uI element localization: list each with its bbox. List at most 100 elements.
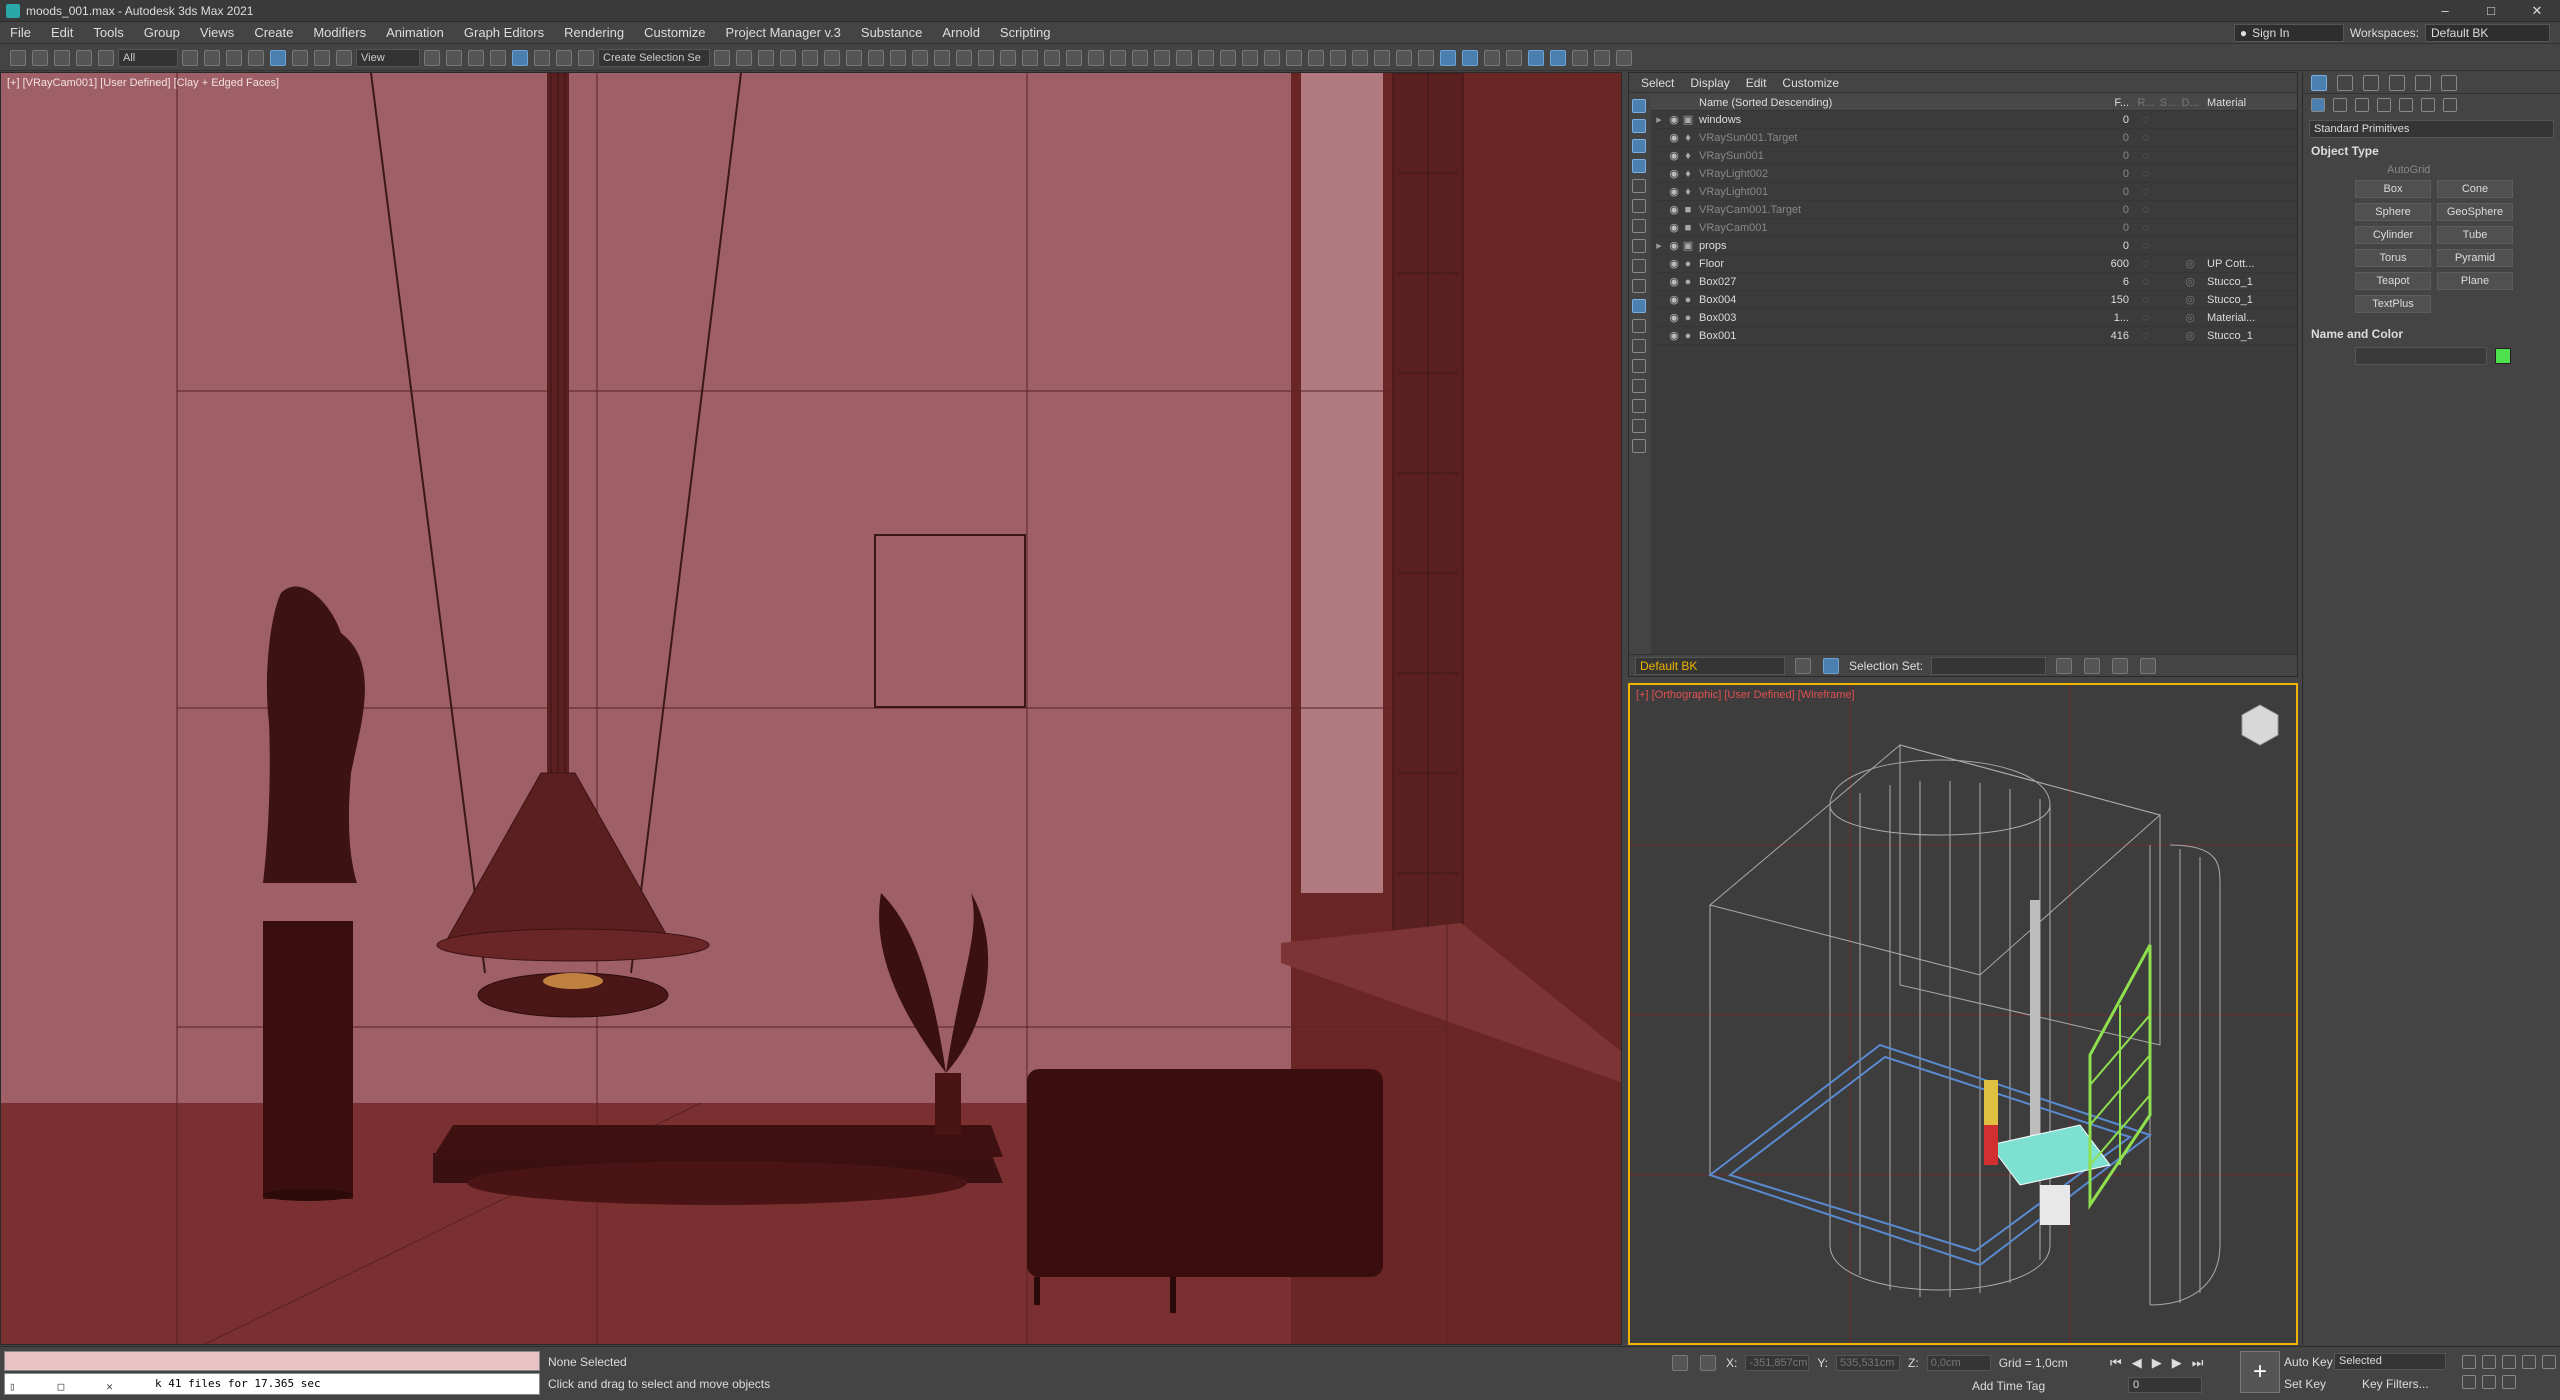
- table-row[interactable]: ▸ ◉ ▣ windows 0 ◌: [1651, 111, 2297, 129]
- column-see-through[interactable]: S...: [2157, 97, 2179, 109]
- align-icon[interactable]: [736, 49, 752, 66]
- toggle-layer-explorer-icon[interactable]: [780, 49, 796, 66]
- column-faces[interactable]: F...: [2095, 97, 2135, 109]
- renderable-icon[interactable]: ◌: [2135, 150, 2157, 162]
- display-helpers-icon[interactable]: [1632, 179, 1646, 193]
- geosphere-button[interactable]: GeoSphere: [2437, 203, 2513, 221]
- renderable-icon[interactable]: ◌: [2135, 204, 2157, 216]
- menu-file[interactable]: File: [0, 22, 41, 44]
- visibility-eye-icon[interactable]: ◉: [1667, 239, 1681, 252]
- vray-dome-icon[interactable]: [1066, 49, 1082, 66]
- explorer-tab-display[interactable]: Display: [1684, 76, 1735, 90]
- mirror-icon[interactable]: [714, 49, 730, 66]
- table-row[interactable]: ◉ ♦ VRayLight002 0 ◌: [1651, 165, 2297, 183]
- object-name-input[interactable]: [2355, 347, 2487, 365]
- vray-light-icon[interactable]: [1022, 49, 1038, 66]
- menu-scripting[interactable]: Scripting: [990, 22, 1061, 44]
- tool-icon-g[interactable]: [1440, 49, 1456, 66]
- reference-coordinate-dropdown[interactable]: View: [356, 48, 420, 67]
- name-and-color-rollout[interactable]: Name and Color: [2307, 327, 2556, 341]
- menu-modifiers[interactable]: Modifiers: [303, 22, 376, 44]
- y-coordinate-field[interactable]: 535,531cm: [1836, 1355, 1901, 1371]
- selection-set-dropdown[interactable]: [1931, 656, 2047, 675]
- table-row[interactable]: ◉ ■ VRayCam001.Target 0 ◌: [1651, 201, 2297, 219]
- orthographic-viewport[interactable]: [+] [Orthographic] [User Defined] [Wiref…: [1628, 683, 2298, 1345]
- autogrid-checkbox[interactable]: AutoGrid: [2387, 164, 2560, 176]
- funnel-filter-icon[interactable]: [2140, 657, 2157, 674]
- menu-create[interactable]: Create: [244, 22, 303, 44]
- current-frame-field[interactable]: 0: [2128, 1377, 2202, 1393]
- utilities-tab-icon[interactable]: [2441, 74, 2457, 91]
- renderable-icon[interactable]: ◌: [2135, 240, 2157, 252]
- sign-in-button[interactable]: ● Sign In: [2233, 23, 2344, 42]
- camera-viewport[interactable]: [+] [VRayCam001] [User Defined] [Clay + …: [0, 72, 1622, 1345]
- script-window-icon[interactable]: □: [58, 1377, 65, 1397]
- undo-icon[interactable]: [10, 49, 26, 66]
- field-of-view-icon[interactable]: [2542, 1355, 2556, 1369]
- vray-proxy-icon[interactable]: [1110, 49, 1126, 66]
- display-frozen-icon[interactable]: [1632, 299, 1646, 313]
- object-color-swatch[interactable]: [2495, 348, 2511, 364]
- renderable-icon[interactable]: ◌: [2135, 114, 2157, 126]
- vray-fur-icon[interactable]: [1176, 49, 1192, 66]
- display-groups-icon[interactable]: [1632, 219, 1646, 233]
- table-row[interactable]: ◉ ● Box003 1... ◌ ◎ Material...: [1651, 309, 2297, 327]
- display-all-icon[interactable]: [1632, 339, 1646, 353]
- previous-frame-icon[interactable]: ◀: [2132, 1355, 2142, 1371]
- rendered-frame-window-icon[interactable]: [912, 49, 928, 66]
- visibility-eye-icon[interactable]: ◉: [1667, 185, 1681, 198]
- angle-snap-icon[interactable]: [512, 49, 528, 66]
- tool-icon-m[interactable]: [1572, 49, 1588, 66]
- tool-icon-d[interactable]: [1374, 49, 1390, 66]
- arnold-render-icon[interactable]: [1220, 49, 1236, 66]
- renderable-icon[interactable]: ◌: [2135, 222, 2157, 234]
- display-shapes-icon[interactable]: [1632, 119, 1646, 133]
- visibility-eye-icon[interactable]: ◉: [1667, 131, 1681, 144]
- z-coordinate-field[interactable]: 0,0cm: [1926, 1355, 1991, 1371]
- layer-options-icon[interactable]: [1795, 657, 1811, 674]
- select-by-name-icon[interactable]: [204, 49, 220, 66]
- primitive-category-dropdown[interactable]: Standard Primitives: [2309, 120, 2554, 138]
- tool-icon-j[interactable]: [1506, 49, 1522, 66]
- tool-icon-o[interactable]: [1616, 49, 1632, 66]
- zoom-extents-all-icon[interactable]: [2522, 1355, 2536, 1369]
- cone-button[interactable]: Cone: [2437, 180, 2513, 198]
- selection-filter-dropdown[interactable]: All: [118, 48, 178, 67]
- percent-snap-icon[interactable]: [534, 49, 550, 66]
- sphere-button[interactable]: Sphere: [2355, 203, 2431, 221]
- create-set-icon[interactable]: [2056, 657, 2073, 674]
- space-warps-category-icon[interactable]: [2421, 98, 2435, 112]
- hierarchy-tab-icon[interactable]: [2363, 74, 2379, 91]
- renderable-icon[interactable]: ◌: [2135, 330, 2157, 342]
- link-icon[interactable]: [54, 49, 70, 66]
- table-row[interactable]: ◉ ● Box004 150 ◌ ◎ Stucco_1: [1651, 291, 2297, 309]
- pyramid-button[interactable]: Pyramid: [2437, 249, 2513, 267]
- teapot-button[interactable]: Teapot: [2355, 272, 2431, 290]
- cameras-category-icon[interactable]: [2377, 98, 2391, 112]
- viewport-label[interactable]: [+] [VRayCam001] [User Defined] [Clay + …: [7, 77, 279, 89]
- key-filters-button[interactable]: Key Filters...: [2362, 1377, 2429, 1391]
- manipulate-icon[interactable]: [446, 49, 462, 66]
- isolate-selection-icon[interactable]: [1672, 1355, 1688, 1371]
- menu-edit[interactable]: Edit: [41, 22, 83, 44]
- renderable-icon[interactable]: ◌: [2135, 132, 2157, 144]
- textplus-button[interactable]: TextPlus: [2355, 295, 2431, 313]
- tool-icon-c[interactable]: [1352, 49, 1368, 66]
- render-iterative-icon[interactable]: [956, 49, 972, 66]
- expand-arrow-icon[interactable]: ▸: [1651, 113, 1667, 126]
- maximize-viewport-icon[interactable]: [2502, 1375, 2516, 1389]
- table-row[interactable]: ◉ ● Box027 6 ◌ ◎ Stucco_1: [1651, 273, 2297, 291]
- vray-frame-buffer-icon[interactable]: [1000, 49, 1016, 66]
- zoom-all-icon[interactable]: [2482, 1355, 2496, 1369]
- tool-icon-l[interactable]: [1550, 49, 1566, 66]
- table-row[interactable]: ◉ ● Box001 416 ◌ ◎ Stucco_1: [1651, 327, 2297, 345]
- vray-camera-icon[interactable]: [1198, 49, 1214, 66]
- menu-customize[interactable]: Customize: [634, 22, 715, 44]
- keyboard-shortcut-icon[interactable]: [468, 49, 484, 66]
- render-setup-icon[interactable]: [890, 49, 906, 66]
- column-name[interactable]: Name (Sorted Descending): [1695, 97, 2095, 109]
- select-and-rotate-icon[interactable]: [292, 49, 308, 66]
- arnold-mesh-icon[interactable]: [1264, 49, 1280, 66]
- arnold-light-icon[interactable]: [1242, 49, 1258, 66]
- toggle-scene-explorer-icon[interactable]: [758, 49, 774, 66]
